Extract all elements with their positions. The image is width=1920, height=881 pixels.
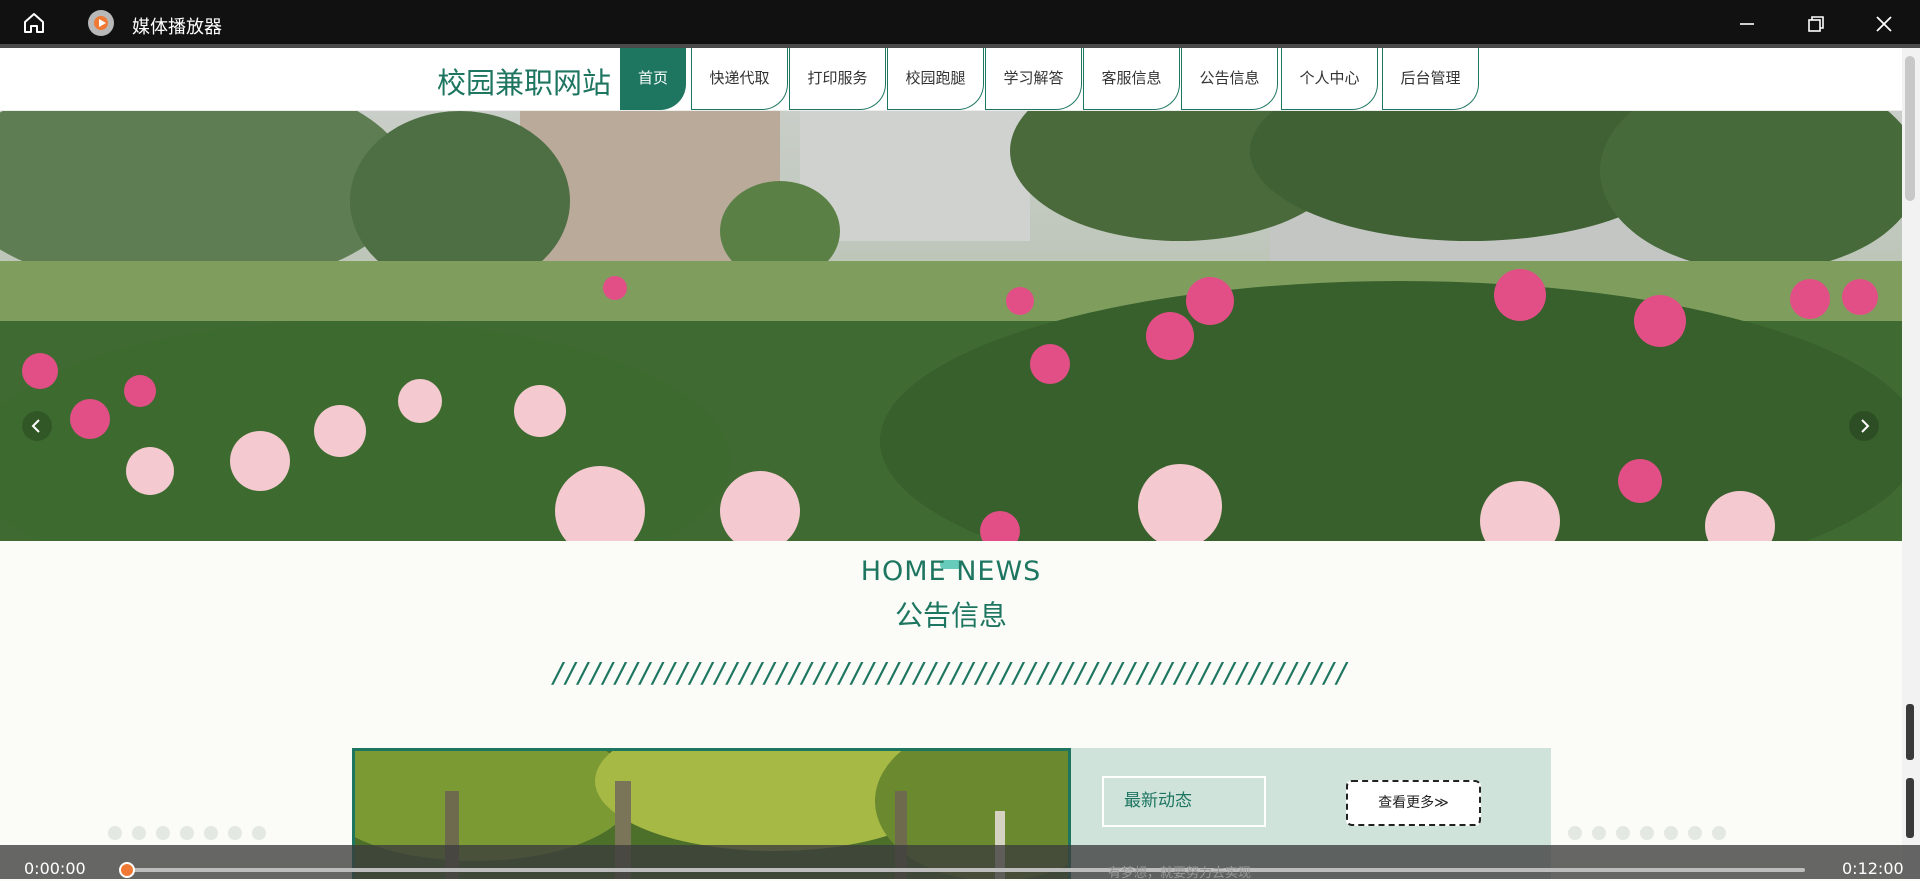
carousel-prev-button[interactable]: [22, 411, 52, 441]
nav-tab-study[interactable]: 学习解答: [985, 48, 1082, 110]
scrollbar-thumb[interactable]: [1905, 56, 1915, 201]
news-item-partial[interactable]: 有梦想，就要努力去实现: [1108, 862, 1251, 881]
hero-carousel: [0, 111, 1902, 541]
news-heading-cn: 公告信息: [894, 599, 1007, 632]
nav-tab-errand[interactable]: 校园跑腿: [887, 48, 984, 110]
scroll-marker: [1906, 704, 1914, 760]
carousel-next-button[interactable]: [1849, 411, 1879, 441]
site-nav: 校园兼职网站 首页 快递代取 打印服务 校园跑腿 学习解答 客服信息 公告信息 …: [0, 48, 1902, 111]
page-scrollbar[interactable]: [1902, 48, 1920, 879]
current-time: 0:00:00: [24, 859, 86, 878]
seek-knob[interactable]: [119, 862, 135, 878]
restore-icon[interactable]: [1804, 12, 1828, 36]
home-icon[interactable]: [22, 11, 46, 35]
total-time: 0:12:00: [1842, 859, 1904, 878]
close-icon[interactable]: [1872, 12, 1896, 36]
nav-tab-notice[interactable]: 公告信息: [1181, 48, 1278, 110]
video-frame: 校园兼职网站 首页 快递代取 打印服务 校园跑腿 学习解答 客服信息 公告信息 …: [0, 48, 1902, 879]
site-brand: 校园兼职网站: [437, 66, 612, 100]
section-divider: ////////////////////////////////////////…: [553, 656, 1349, 689]
nav-tab-home[interactable]: 首页: [620, 48, 686, 110]
latest-news-label: 最新动态: [1102, 776, 1266, 827]
seek-bar[interactable]: [119, 862, 1805, 878]
player-controls: 0:00:00 0:12:00: [0, 845, 1920, 879]
nav-tab-print[interactable]: 打印服务: [789, 48, 886, 110]
nav-tab-admin[interactable]: 后台管理: [1382, 48, 1479, 110]
view-more-button[interactable]: 查看更多≫: [1346, 780, 1481, 826]
nav-tab-express[interactable]: 快递代取: [691, 48, 788, 110]
title-bar: 媒体播放器: [0, 0, 1920, 44]
nav-tab-service[interactable]: 客服信息: [1083, 48, 1180, 110]
scroll-marker: [1906, 778, 1914, 838]
chevron-left-icon: [31, 419, 40, 433]
nav-tab-profile[interactable]: 个人中心: [1281, 48, 1378, 110]
media-player-app-icon: [88, 10, 114, 36]
hero-image: [0, 111, 1902, 541]
chevron-right-icon: [1861, 419, 1870, 433]
news-heading-en: HOME NEWS: [860, 556, 1042, 587]
window-title: 媒体播放器: [132, 17, 222, 38]
minimize-icon[interactable]: [1735, 12, 1759, 36]
